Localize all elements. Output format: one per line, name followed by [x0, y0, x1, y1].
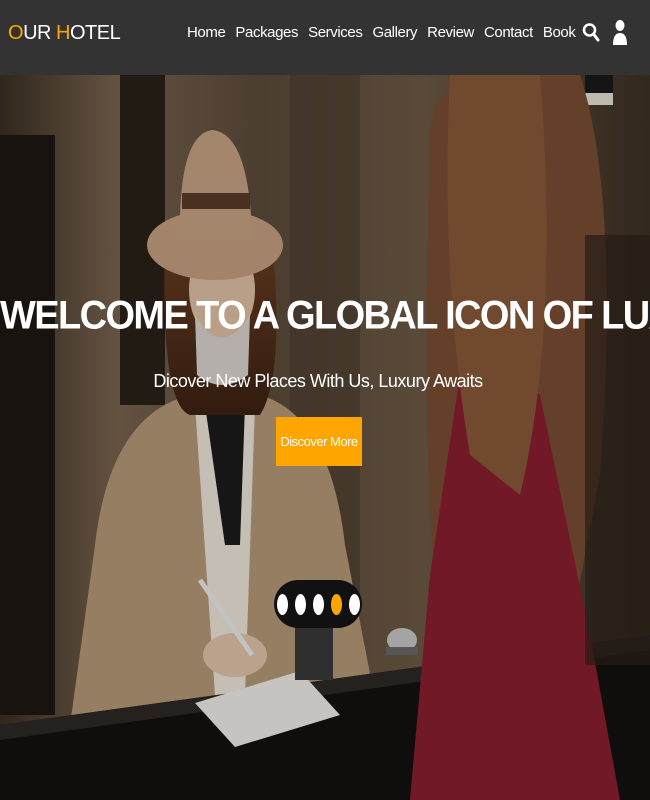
nav-home[interactable]: Home [186, 24, 226, 41]
hero-section: WELCOME TO A GLOBAL ICON OF LUXURY Dicov… [0, 75, 650, 800]
search-icon[interactable] [582, 21, 600, 43]
logo-accent-o: O [8, 22, 24, 44]
main-nav: Home Packages Services Gallery Review Co… [186, 24, 576, 41]
discover-more-button[interactable]: Discover More [276, 417, 362, 466]
hero-title: WELCOME TO A GLOBAL ICON OF LUXURY [0, 293, 650, 339]
header-icons [582, 18, 628, 46]
nav-services[interactable]: Services [307, 24, 363, 41]
logo-accent-h: H [56, 22, 70, 44]
logo-text-1: UR [23, 22, 57, 44]
logo[interactable]: OUR HOTEL [8, 22, 121, 45]
nav-book[interactable]: Book [542, 24, 577, 41]
slider-dots [274, 580, 362, 628]
nav-contact[interactable]: Contact [483, 24, 534, 41]
slider-dot-4[interactable] [330, 593, 342, 615]
slider-dot-2[interactable] [294, 593, 306, 615]
slider-dot-5[interactable] [348, 593, 360, 615]
hero-subtitle: Dicover New Places With Us, Luxury Await… [153, 371, 483, 391]
slider-dot-1[interactable] [276, 593, 288, 615]
nav-review[interactable]: Review [426, 24, 475, 41]
logo-text-2: OTEL [69, 22, 121, 44]
nav-packages[interactable]: Packages [234, 24, 299, 41]
nav-gallery[interactable]: Gallery [371, 24, 418, 41]
slider-dot-3[interactable] [312, 593, 324, 615]
site-header: OUR HOTEL Home Packages Services Gallery… [0, 0, 650, 75]
user-icon[interactable] [612, 18, 628, 46]
